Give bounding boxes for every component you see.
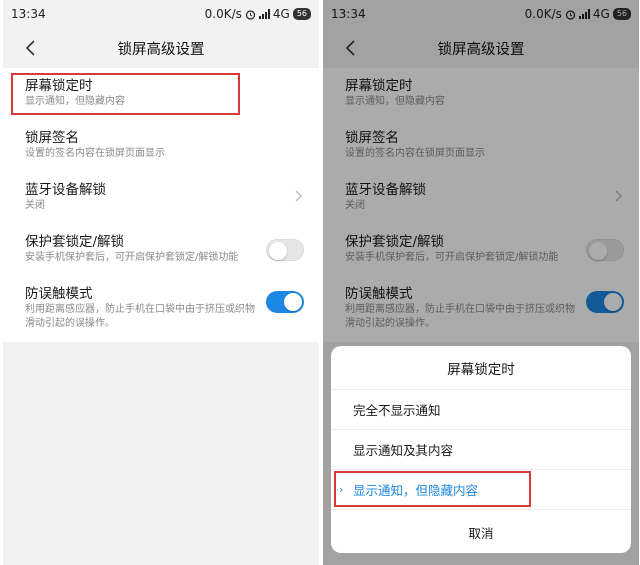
setting-cover-lock[interactable]: 保护套锁定/解锁 安装手机保护套后，可开启保护套锁定/解锁功能 [3,224,319,276]
settings-screen-with-dialog: 13:34 0.0K/s 4G 56 锁屏高级设置 屏幕锁定时 显示通知，但隐藏… [323,0,639,565]
setting-subtitle: 利用距离感应器，防止手机在口袋中由于挤压或织物滑动引起的误操作。 [25,304,255,329]
setting-subtitle: 关闭 [25,200,45,211]
setting-bluetooth-unlock[interactable]: 蓝牙设备解锁 关闭 [3,172,319,224]
option-label: 显示通知及其内容 [353,443,454,458]
anti-touch-toggle[interactable] [266,291,304,313]
dialog-title: 屏幕锁定时 [331,346,631,390]
comparison-stage: 13:34 0.0K/s 4G 56 锁屏高级设置 屏幕锁定时 显示通知，但隐藏… [0,0,640,565]
cover-lock-toggle[interactable] [266,239,304,261]
network-speed: 0.0K/s [204,7,242,21]
alarm-icon [245,9,255,20]
lock-notify-dialog: 屏幕锁定时 完全不显示通知 显示通知及其内容 › 显示通知，但隐藏内容 取消 [331,346,631,553]
setting-subtitle: 安装手机保护套后，可开启保护套锁定/解锁功能 [25,252,239,263]
status-indicators: 0.0K/s 4G 56 [205,7,311,21]
setting-title: 防误触模式 [25,286,93,302]
highlight-box [11,73,240,115]
option-show-all[interactable]: 显示通知及其内容 [331,430,631,470]
chevron-right-icon [295,190,302,202]
toggle-knob [284,293,302,311]
setting-subtitle: 设置的签名内容在锁屏页面显示 [25,148,165,159]
setting-title: 锁屏签名 [25,130,79,146]
settings-screen: 13:34 0.0K/s 4G 56 锁屏高级设置 屏幕锁定时 显示通知，但隐藏… [3,0,319,565]
setting-anti-touch[interactable]: 防误触模式 利用距离感应器，防止手机在口袋中由于挤压或织物滑动引起的误操作。 [3,276,319,336]
setting-title: 保护套锁定/解锁 [25,234,125,250]
battery-icon: 56 [292,8,311,20]
setting-lock-signature[interactable]: 锁屏签名 设置的签名内容在锁屏页面显示 [3,120,319,172]
option-hide-notifications[interactable]: 完全不显示通知 [331,390,631,430]
highlight-box [334,471,531,507]
setting-title: 蓝牙设备解锁 [25,182,106,198]
cancel-button[interactable]: 取消 [331,511,631,553]
status-time: 13:34 [11,7,46,21]
page-title: 锁屏高级设置 [117,41,205,58]
signal-icon [258,9,270,19]
option-label: 完全不显示通知 [353,403,441,418]
toggle-knob [269,242,287,260]
status-bar: 13:34 0.0K/s 4G 56 [3,0,319,28]
network-type: 4G [272,7,290,21]
nav-bar: 锁屏高级设置 [3,28,319,68]
back-arrow-icon[interactable] [23,38,39,58]
